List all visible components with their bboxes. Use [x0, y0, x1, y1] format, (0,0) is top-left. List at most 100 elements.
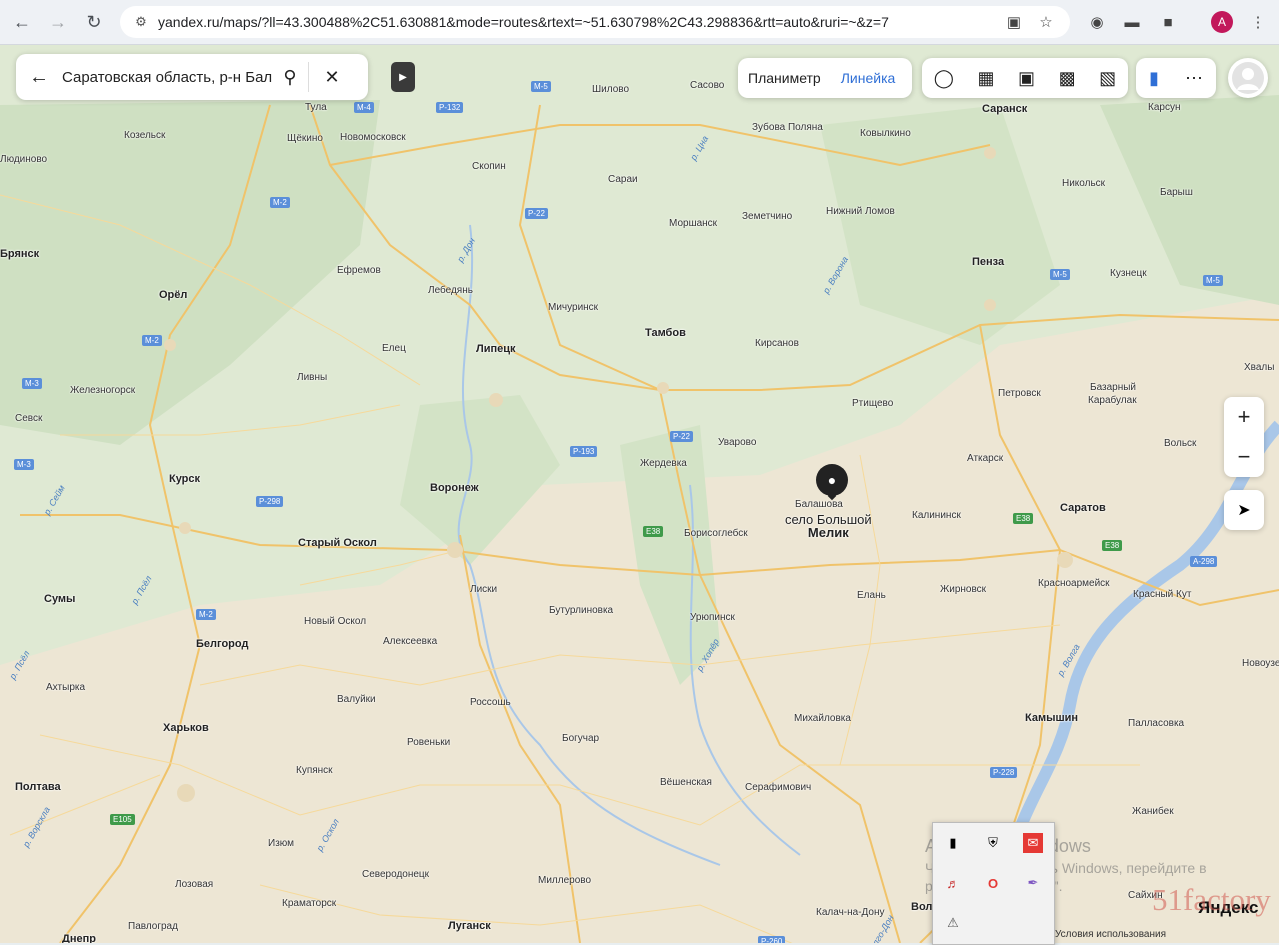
puzzle-icon[interactable]: ■	[1156, 10, 1180, 34]
close-icon[interactable]: ✕	[309, 67, 355, 88]
city-label[interactable]: Хвалы	[1244, 362, 1274, 373]
city-label[interactable]: Ахтырка	[46, 682, 85, 693]
city-label[interactable]: Новый Оскол	[304, 616, 366, 627]
city-label[interactable]: Новомосковск	[340, 132, 406, 143]
more-icon[interactable]: ⋯	[1185, 68, 1203, 89]
city-label[interactable]: Северодонецк	[362, 869, 429, 880]
city-label[interactable]: Саранск	[982, 103, 1027, 115]
city-label[interactable]: Аткарск	[967, 453, 1003, 464]
back-arrow-icon[interactable]: ←	[16, 66, 62, 89]
city-label[interactable]: Харьков	[163, 722, 209, 734]
city-label[interactable]: Нижний Ломов	[826, 206, 895, 217]
zoom-in-button[interactable]: +	[1224, 397, 1264, 437]
city-label[interactable]: Уварово	[718, 437, 756, 448]
speaker-icon[interactable]: ♬	[943, 873, 963, 893]
city-label[interactable]: Алексеевка	[383, 636, 437, 647]
city-label[interactable]: Красный Кут	[1133, 589, 1191, 600]
city-label[interactable]: Луганск	[448, 920, 491, 932]
city-label[interactable]: Красноармейск	[1038, 578, 1110, 589]
city-label[interactable]: Карсун	[1148, 102, 1180, 113]
city-label[interactable]: Козельск	[124, 130, 165, 141]
opera-icon[interactable]: O	[983, 873, 1003, 893]
extension-icon[interactable]: ▬	[1120, 10, 1144, 34]
city-label[interactable]: Шилово	[592, 84, 629, 95]
city-label[interactable]: Липецк	[476, 343, 516, 355]
city-label[interactable]: Моршанск	[669, 218, 717, 229]
bookmark-star-icon[interactable]: ☆	[1036, 12, 1056, 32]
city-label[interactable]: Камышин	[1025, 712, 1078, 724]
city-label[interactable]: Елец	[382, 343, 406, 354]
city-label[interactable]: Жирновск	[940, 584, 986, 595]
city-label[interactable]: Елань	[857, 590, 886, 601]
city-label[interactable]: Старый Оскол	[298, 537, 377, 549]
city-label[interactable]: Жердевка	[640, 458, 687, 469]
city-label[interactable]: Лиски	[470, 584, 497, 595]
city-label[interactable]: Михайловка	[794, 713, 851, 724]
city-label[interactable]: Базарный	[1090, 382, 1136, 393]
city-label[interactable]: Белгород	[196, 638, 248, 650]
profile-avatar[interactable]: A	[1211, 11, 1233, 33]
city-label[interactable]: Изюм	[268, 838, 294, 849]
city-label[interactable]: Кузнецк	[1110, 268, 1147, 279]
city-label[interactable]: Ефремов	[337, 265, 381, 276]
shield-icon[interactable]: ⛨	[983, 833, 1003, 853]
shield-alert-icon[interactable]: ⚠	[943, 913, 963, 933]
city-label[interactable]: Павлоград	[128, 921, 178, 932]
city-label[interactable]: Ковылкино	[860, 128, 911, 139]
city-label[interactable]: Пенза	[972, 256, 1004, 268]
ruler-button[interactable]: Линейка	[831, 70, 906, 86]
city-label[interactable]: Сараи	[608, 174, 638, 185]
usb-icon[interactable]: ▮	[943, 833, 963, 853]
forward-arrow-icon[interactable]: →	[46, 10, 70, 34]
city-label[interactable]: Богучар	[562, 733, 599, 744]
pin-label[interactable]: село Большой Мелик	[785, 513, 872, 539]
city-label[interactable]: Валуйки	[337, 694, 376, 705]
city-label[interactable]: Лебедянь	[428, 285, 473, 296]
city-label[interactable]: Карабулак	[1088, 395, 1137, 406]
city-label[interactable]: Калач-на-Дону	[816, 907, 885, 918]
planimeter-button[interactable]: Планиметр	[738, 70, 831, 86]
city-label[interactable]: Скопин	[472, 161, 506, 172]
city-label[interactable]: Серафимович	[745, 782, 811, 793]
search-icon[interactable]: ⚲	[272, 67, 308, 88]
city-label[interactable]: Ровеньки	[407, 737, 450, 748]
user-avatar[interactable]	[1228, 58, 1268, 98]
site-settings-icon[interactable]: ⚙	[128, 9, 154, 35]
city-label[interactable]: Палласовка	[1128, 718, 1184, 729]
city-label[interactable]: Земетчино	[742, 211, 792, 222]
city-label[interactable]: Жанибек	[1132, 806, 1174, 817]
ruler-icon[interactable]: ▮	[1149, 68, 1159, 89]
city-label[interactable]: Ртищево	[852, 398, 893, 409]
city-label[interactable]: Борисоглебск	[684, 528, 748, 539]
map-canvas[interactable]: Тула Новомосковск Козельск Щёкино Людиново Ск…	[0, 45, 1279, 943]
city-label[interactable]: Вольск	[1164, 438, 1196, 449]
extension-icon[interactable]: ◉	[1085, 10, 1109, 34]
city-label[interactable]: Сасово	[690, 80, 724, 91]
city-label[interactable]: Никольск	[1062, 178, 1105, 189]
locate-me-button[interactable]: ➤	[1224, 490, 1264, 530]
city-label[interactable]: Сумы	[44, 593, 75, 605]
city-label[interactable]: Кирсанов	[755, 338, 799, 349]
city-label[interactable]: Россошь	[470, 697, 511, 708]
city-label[interactable]: Тула	[305, 102, 327, 113]
layers-icon[interactable]: ▧	[1099, 68, 1116, 89]
collapse-panel-button[interactable]: ▶	[391, 62, 415, 92]
city-label[interactable]: Миллерово	[538, 875, 591, 886]
install-app-icon[interactable]: ▣	[1004, 12, 1024, 32]
city-label[interactable]: Орёл	[159, 289, 187, 301]
city-label[interactable]: Урюпинск	[690, 612, 735, 623]
city-label[interactable]: Барыш	[1160, 187, 1193, 198]
zoom-out-button[interactable]: −	[1224, 437, 1264, 477]
city-label[interactable]: Бутурлиновка	[549, 605, 613, 616]
terms-link[interactable]: Условия использования	[1055, 929, 1166, 940]
city-label[interactable]: Купянск	[296, 765, 333, 776]
city-label[interactable]: Щёкино	[287, 133, 323, 144]
reload-icon[interactable]: ↻	[82, 10, 106, 34]
city-label[interactable]: Железногорск	[70, 385, 135, 396]
city-label[interactable]: Полтава	[15, 781, 61, 793]
pen-icon[interactable]: ✒	[1023, 873, 1043, 893]
city-label[interactable]: Лозовая	[175, 879, 213, 890]
city-label[interactable]: Севск	[15, 413, 42, 424]
city-label[interactable]: Краматорск	[282, 898, 336, 909]
city-label[interactable]: Брянск	[0, 248, 39, 260]
